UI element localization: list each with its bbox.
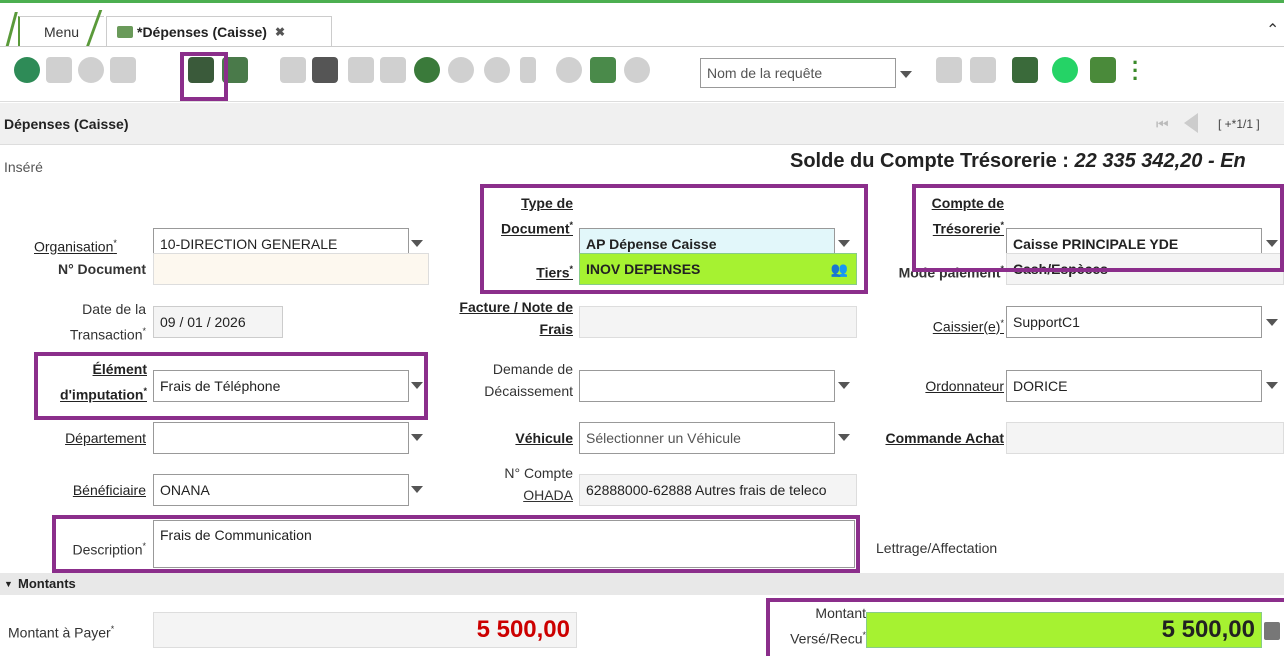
tiers-field[interactable]: INOV DEPENSES 👥 [579,253,857,285]
invoice-label: Facture / Note de Frais [459,299,573,337]
chevron-down-icon[interactable] [411,240,423,247]
refresh-icon[interactable] [78,57,104,83]
toolbar: Nom de la requête · · · [0,47,1284,102]
transaction-date-label: Date de la Transaction* [69,301,146,343]
print-icon[interactable] [280,57,306,83]
chevron-down-icon: ▼ [4,579,13,589]
amount-to-pay-field[interactable]: 5 500,00 [153,612,577,648]
chart-icon[interactable] [448,57,474,83]
cash-icon [117,25,133,38]
vehicle-field[interactable]: Sélectionner un Véhicule [579,422,835,454]
more-menu-icon[interactable]: · · · [1132,52,1139,90]
tab-active-label: *Dépenses (Caisse) [137,23,267,40]
record-status: Inséré [4,159,43,175]
beneficiary-field[interactable]: ONANA [153,474,409,506]
payment-mode-field[interactable]: Cash/Espèces [1006,253,1284,285]
chevron-down-icon[interactable] [411,434,423,441]
archive-icon[interactable] [590,57,616,83]
previous-record-icon[interactable] [1184,113,1198,133]
save-new-icon[interactable] [222,57,248,83]
disbursement-request-field[interactable] [579,370,835,402]
tab-depenses-caisse[interactable]: *Dépenses (Caisse) ✖ [106,16,332,46]
beneficiary-label: Bénéficiaire [72,482,146,498]
cashier-field[interactable]: SupportC1 [1006,306,1262,338]
montants-section-header[interactable]: ▼ Montants [0,573,1284,595]
multi-select-icon[interactable] [380,57,406,83]
ndoc-field[interactable] [153,253,429,285]
back-icon[interactable] [14,57,40,83]
grid-toggle-icon[interactable] [312,57,338,83]
navigate-icon[interactable] [484,57,510,83]
ohada-label: N° Compte OHADA [504,465,573,503]
cashier-label: Caissier(e)* [932,318,1004,335]
window-title: Dépenses (Caisse) [4,116,129,132]
tiers-value: INOV DEPENSES [586,261,701,277]
export-icon[interactable] [970,57,996,83]
purchase-order-field[interactable] [1006,422,1284,454]
amount-paid-label: Montant Versé/Recu* [790,605,866,647]
chevron-down-icon[interactable] [1266,240,1278,247]
department-label: Département [65,430,146,446]
user-icon[interactable] [624,57,650,83]
chevron-down-icon[interactable] [838,240,850,247]
calculator-icon[interactable] [1264,622,1280,640]
ordonnateur-field[interactable]: DORICE [1006,370,1262,402]
transaction-date-field[interactable]: 09 / 01 / 2026 [153,306,283,338]
amount-to-pay-label: Montant à Payer* [8,624,115,641]
zoom-across-icon[interactable] [1012,57,1038,83]
treasury-balance: Solde du Compte Trésorerie : 22 335 342,… [790,150,1284,173]
imputation-label: Élément d'imputation* [60,361,147,403]
top-accent-line [0,0,1284,8]
payment-mode-label: Mode paiement* [898,264,1004,281]
tiers-label: Tiers* [536,264,573,281]
montants-section-title: Montants [18,576,76,591]
tab-divider [5,12,18,48]
amount-paid-field[interactable]: 5 500,00 [866,612,1262,648]
chevron-down-icon[interactable] [1266,319,1278,326]
first-record-icon[interactable]: ⏮ [1156,116,1169,133]
balance-label: Solde du Compte Trésorerie : [790,150,1069,172]
new-record-icon[interactable] [46,57,72,83]
delete-icon[interactable] [348,57,374,83]
collapse-icon[interactable]: ⌃ [1266,20,1279,40]
business-partner-icon[interactable]: 👥 [831,261,848,278]
chevron-down-icon[interactable] [838,382,850,389]
chevron-down-icon[interactable] [838,434,850,441]
close-tab-icon[interactable]: ✖ [275,25,285,39]
copy-icon[interactable] [110,57,136,83]
vehicle-label: Véhicule [515,430,573,446]
chevron-down-icon[interactable] [411,486,423,493]
chevron-down-icon[interactable] [411,382,423,389]
organisation-label: Organisation* [34,238,117,255]
doc-type-label: Type de Document* [501,195,573,237]
ohada-account-field[interactable]: 62888000-62888 Autres frais de teleco [579,474,857,506]
query-name-input[interactable]: Nom de la requête [700,58,896,88]
report-icon[interactable] [936,57,962,83]
disbursement-request-label: Demande de Décaissement [484,361,573,399]
purchase-order-label: Commande Achat [885,430,1004,446]
save-icon[interactable] [188,57,214,83]
record-pager: [ +*1/1 ] [1218,117,1260,131]
department-field[interactable] [153,422,409,454]
find-icon[interactable] [414,57,440,83]
tab-menu-label: Menu [44,23,80,40]
attachment-icon[interactable] [520,57,536,83]
treasury-label: Compte de Trésorerie* [931,195,1004,237]
workflow-icon[interactable] [556,57,582,83]
balance-value: 22 335 342,20 - En [1074,150,1246,172]
whatsapp-icon[interactable] [1052,57,1078,83]
imputation-field[interactable]: Frais de Téléphone [153,370,409,402]
chevron-down-icon[interactable] [1266,382,1278,389]
invoice-field[interactable] [579,306,857,338]
ndoc-label: N° Document [57,261,146,277]
description-label: Description* [72,541,146,558]
email-icon[interactable] [1090,57,1116,83]
lettrage-label: Lettrage/Affectation [876,540,998,556]
header-bar: Dépenses (Caisse) ⏮ [ +*1/1 ] [0,103,1284,145]
ordonnateur-label: Ordonnateur [925,378,1004,394]
chevron-down-icon[interactable] [900,71,912,78]
description-field[interactable]: Frais de Communication [153,520,855,568]
